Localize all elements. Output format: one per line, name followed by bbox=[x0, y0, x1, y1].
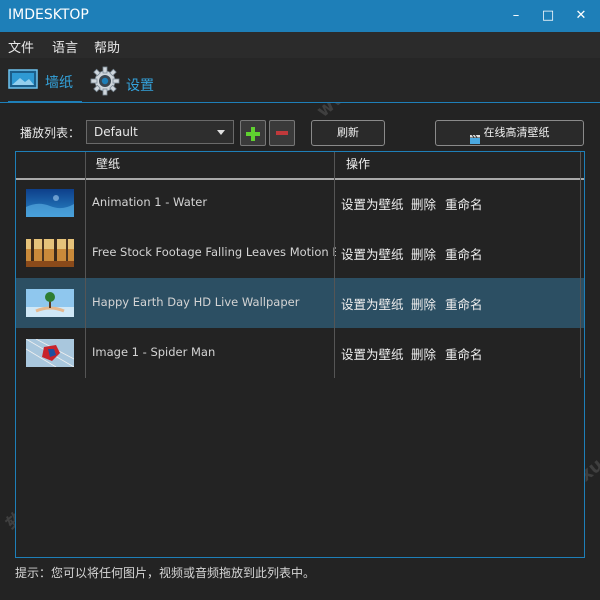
wallpaper-icon bbox=[8, 69, 38, 89]
delete-button[interactable]: 删除 bbox=[411, 244, 436, 263]
wallpaper-thumbnail bbox=[26, 339, 74, 367]
minimize-button[interactable]: – bbox=[505, 6, 527, 26]
table-row[interactable]: Animation 1 - Water 设置为壁纸 删除 重命名 bbox=[16, 178, 584, 228]
refresh-button[interactable]: 刷新 bbox=[311, 120, 385, 146]
menu-language[interactable]: 语言 bbox=[52, 37, 78, 56]
wallpaper-name: Happy Earth Day HD Live Wallpaper bbox=[92, 295, 300, 309]
set-as-wallpaper-button[interactable]: 设置为壁纸 bbox=[341, 244, 404, 263]
delete-button[interactable]: 删除 bbox=[411, 344, 436, 363]
wallpaper-name: Animation 1 - Water bbox=[92, 195, 208, 209]
column-divider bbox=[334, 152, 335, 378]
table-row-selected[interactable]: Happy Earth Day HD Live Wallpaper 设置为壁纸 … bbox=[16, 278, 584, 328]
table-row[interactable]: Free Stock Footage Falling Leaves Motion… bbox=[16, 228, 584, 278]
column-divider bbox=[580, 152, 581, 378]
active-tab-indicator bbox=[8, 101, 82, 103]
plus-icon bbox=[246, 126, 260, 141]
rename-button[interactable]: 重命名 bbox=[445, 194, 483, 213]
column-header-wallpaper: 壁纸 bbox=[96, 157, 121, 171]
menu-file[interactable]: 文件 bbox=[8, 37, 34, 56]
wallpaper-thumbnail bbox=[26, 289, 74, 317]
rename-button[interactable]: 重命名 bbox=[445, 344, 483, 363]
tab-settings[interactable]: 设置 bbox=[90, 66, 160, 96]
wallpaper-table: 壁纸 操作 Animation 1 - Water 设置为壁纸 删除 重命名 F… bbox=[15, 151, 585, 558]
online-hd-wallpaper-button[interactable]: 在线高清壁纸 bbox=[435, 120, 584, 146]
column-divider bbox=[85, 152, 86, 378]
add-playlist-button[interactable] bbox=[240, 120, 266, 146]
wallpaper-thumbnail bbox=[26, 239, 74, 267]
menu-help[interactable]: 帮助 bbox=[94, 37, 120, 56]
table-row[interactable]: Image 1 - Spider Man 设置为壁纸 删除 重命名 bbox=[16, 328, 584, 378]
rename-button[interactable]: 重命名 bbox=[445, 294, 483, 313]
main-tabs: 墙纸 设置 bbox=[0, 58, 600, 103]
tab-settings-label: 设置 bbox=[126, 78, 154, 94]
gear-icon bbox=[90, 66, 120, 96]
drag-drop-hint: 提示：您可以将任何图片，视频或音频拖放到此列表中。 bbox=[15, 566, 316, 580]
menu-bar: 文件 语言 帮助 bbox=[0, 32, 600, 58]
window-title: IMDESKTOP bbox=[8, 7, 89, 23]
set-as-wallpaper-button[interactable]: 设置为壁纸 bbox=[341, 294, 404, 313]
online-hd-wallpaper-label: 在线高清壁纸 bbox=[483, 126, 550, 139]
delete-button[interactable]: 删除 bbox=[411, 294, 436, 313]
minus-icon bbox=[276, 131, 288, 135]
chevron-down-icon bbox=[217, 130, 225, 135]
wallpaper-name: Free Stock Footage Falling Leaves Motion… bbox=[92, 245, 336, 259]
close-button[interactable]: ✕ bbox=[570, 6, 592, 26]
playlist-label: 播放列表： bbox=[20, 126, 81, 140]
set-as-wallpaper-button[interactable]: 设置为壁纸 bbox=[341, 344, 404, 363]
wallpaper-thumbnail bbox=[26, 189, 74, 217]
title-bar: IMDESKTOP – □ ✕ bbox=[0, 0, 600, 32]
playlist-selected-value: Default bbox=[94, 125, 138, 139]
set-as-wallpaper-button[interactable]: 设置为壁纸 bbox=[341, 194, 404, 213]
maximize-button[interactable]: □ bbox=[537, 6, 559, 26]
delete-button[interactable]: 删除 bbox=[411, 194, 436, 213]
tab-wallpaper[interactable]: 墙纸 bbox=[8, 66, 82, 103]
tab-wallpaper-label: 墙纸 bbox=[45, 75, 73, 91]
rename-button[interactable]: 重命名 bbox=[445, 244, 483, 263]
wallpaper-name: Image 1 - Spider Man bbox=[92, 345, 216, 359]
playlist-select[interactable]: Default bbox=[86, 120, 234, 144]
clapperboard-icon bbox=[469, 129, 480, 144]
remove-playlist-button[interactable] bbox=[269, 120, 295, 146]
column-header-actions: 操作 bbox=[346, 157, 371, 171]
